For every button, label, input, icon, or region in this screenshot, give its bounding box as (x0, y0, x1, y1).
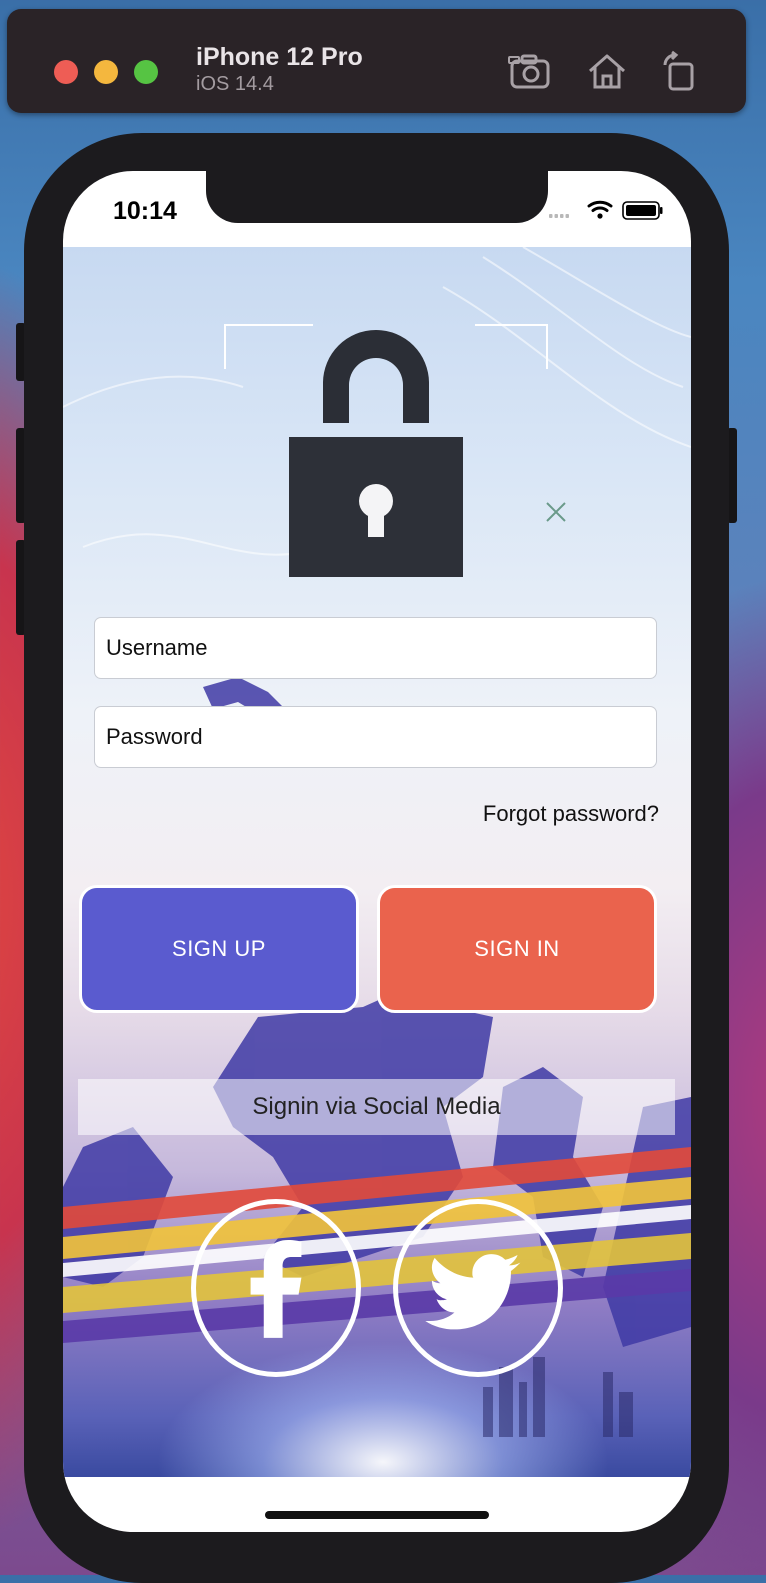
sign-in-button[interactable]: SIGN IN (377, 885, 657, 1013)
battery-icon (622, 201, 663, 220)
padlock-logo (223, 323, 549, 583)
os-version: iOS 14.4 (196, 73, 274, 95)
wifi-icon (587, 200, 613, 212)
rotate-icon[interactable] (657, 49, 703, 95)
close-window-button[interactable] (54, 60, 78, 84)
close-icon (546, 502, 566, 522)
facebook-icon (250, 1240, 302, 1338)
minimize-window-button[interactable] (94, 60, 118, 84)
status-time: 10:14 (113, 197, 177, 225)
forgot-password-link[interactable]: Forgot password? (423, 801, 659, 827)
sign-up-button[interactable]: SIGN UP (79, 885, 359, 1013)
twitter-button[interactable] (393, 1199, 563, 1377)
screenshot-icon[interactable] (507, 49, 553, 95)
signal-icon (549, 214, 569, 218)
home-icon[interactable] (584, 49, 630, 95)
device-name: iPhone 12 Pro (196, 43, 363, 71)
zoom-window-button[interactable] (134, 60, 158, 84)
facebook-button[interactable] (191, 1199, 361, 1377)
status-icons (549, 197, 664, 223)
login-screen: Username Password Forgot password? SIGN … (63, 247, 691, 1477)
home-indicator[interactable] (265, 1511, 489, 1519)
twitter-icon (425, 1254, 521, 1330)
username-field[interactable]: Username (94, 617, 657, 679)
simulator-title-bar: iPhone 12 Pro iOS 14.4 (7, 9, 746, 113)
social-media-heading: Signin via Social Media (78, 1079, 675, 1135)
password-field[interactable]: Password (94, 706, 657, 768)
phone-screen: 10:14 Username Password Forgot password?… (63, 171, 691, 1532)
notch (206, 171, 548, 223)
